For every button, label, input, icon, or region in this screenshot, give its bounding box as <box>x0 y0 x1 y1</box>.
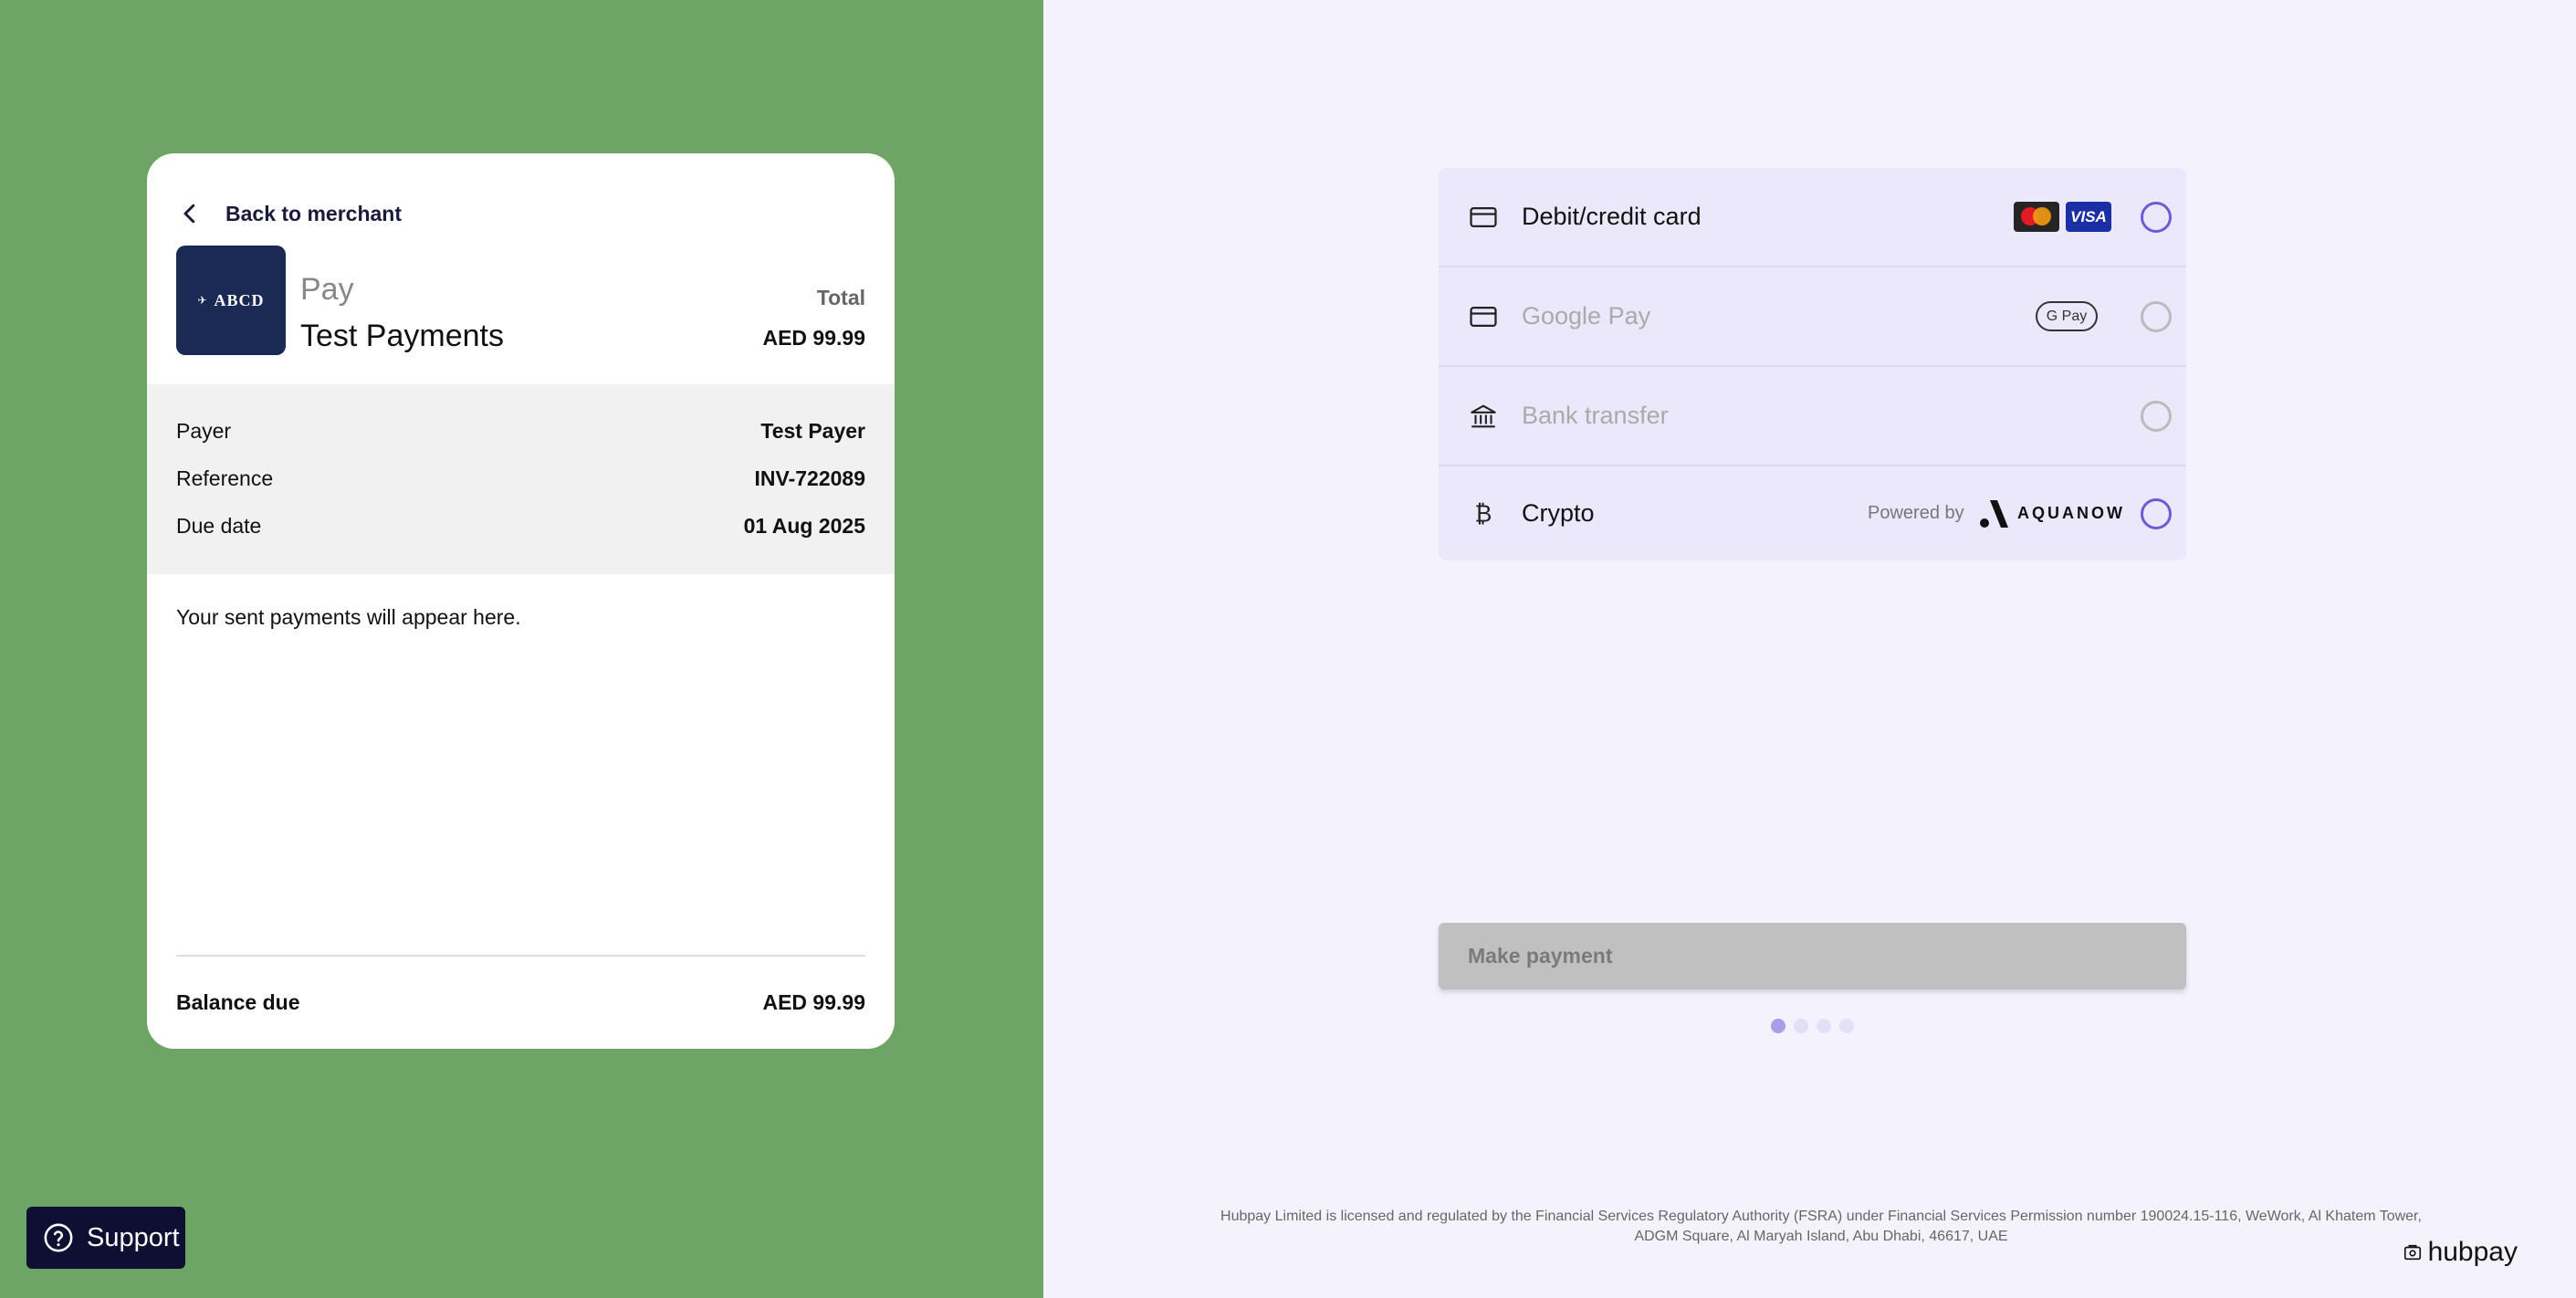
credit-card-icon <box>1468 301 1499 332</box>
credit-card-icon <box>1468 202 1499 233</box>
aquanow-logo: AQUANOW <box>1977 498 2125 529</box>
back-to-merchant-link[interactable]: Back to merchant <box>176 186 402 241</box>
payment-method-radio[interactable] <box>2141 201 2172 233</box>
divider <box>176 955 865 957</box>
balance-due-label: Balance due <box>176 990 300 1014</box>
step-dot <box>1794 1019 1808 1033</box>
chevron-left-icon <box>183 204 195 224</box>
support-button[interactable]: Support <box>26 1207 185 1269</box>
mastercard-logo <box>2014 202 2059 232</box>
powered-by-label: Powered by <box>1868 503 1964 523</box>
invoice-card: Back to merchant ✈ ABCD Pay Test Payment… <box>147 153 895 1049</box>
pay-label: Pay <box>300 272 354 307</box>
detail-value: 01 Aug 2025 <box>743 514 865 538</box>
detail-label: Payer <box>176 419 232 443</box>
merchant-logo: ✈ ABCD <box>176 246 286 355</box>
payment-method-radio[interactable] <box>2141 300 2172 332</box>
aquanow-mark-icon <box>1980 499 2008 528</box>
step-dot <box>1839 1019 1854 1033</box>
google-pay-logo: G Pay <box>2036 301 2098 331</box>
detail-value: Test Payer <box>760 419 865 443</box>
question-circle-icon <box>44 1223 73 1252</box>
bank-icon <box>1468 401 1499 432</box>
make-payment-label: Make payment <box>1468 944 1613 968</box>
payment-method-crypto[interactable]: ₿ Crypto Powered by AQUANOW <box>1439 465 2186 560</box>
detail-row-payer: Payer Test Payer <box>176 419 865 444</box>
merchant-panel: Back to merchant ✈ ABCD Pay Test Payment… <box>0 0 1043 1298</box>
support-label: Support <box>87 1222 180 1252</box>
visa-logo: VISA <box>2066 202 2111 232</box>
make-payment-button[interactable]: Make payment <box>1439 923 2186 989</box>
payment-method-radio[interactable] <box>2141 497 2172 529</box>
detail-label: Due date <box>176 514 262 538</box>
sent-payments-message: Your sent payments will appear here. <box>176 605 521 629</box>
legal-notice: Hubpay Limited is licensed and regulated… <box>1095 1207 2547 1247</box>
detail-label: Reference <box>176 466 274 490</box>
total-label: Total <box>816 286 865 309</box>
brand-name: hubpay <box>2427 1237 2518 1267</box>
payment-method-bank-transfer[interactable]: Bank transfer <box>1439 367 2186 465</box>
provider-name: AQUANOW <box>2017 504 2125 522</box>
detail-row-reference: Reference INV-722089 <box>176 466 865 491</box>
legal-line: Hubpay Limited is licensed and regulated… <box>1220 1209 2422 1224</box>
step-dot <box>1771 1019 1785 1033</box>
payment-method-label: Debit/credit card <box>1522 203 1702 230</box>
payment-method-card[interactable]: Debit/credit card VISA <box>1439 168 2186 266</box>
balance-due-value: AED 99.99 <box>762 990 865 1014</box>
legal-line: ADGM Square, Al Maryah Island, Abu Dhabi… <box>1634 1229 2008 1244</box>
payment-method-google-pay[interactable]: Google Pay G Pay <box>1439 267 2186 365</box>
step-indicator <box>1771 1019 1854 1033</box>
detail-value: INV-722089 <box>754 466 865 490</box>
merchant-name: Test Payments <box>300 319 504 353</box>
payment-method-label: Google Pay <box>1522 302 1651 330</box>
hubpay-mark-icon <box>2403 1244 2421 1261</box>
payment-method-label: Crypto <box>1522 499 1595 527</box>
bitcoin-icon: ₿ <box>1468 498 1499 529</box>
payment-method-radio[interactable] <box>2141 400 2172 432</box>
step-dot <box>1817 1019 1831 1033</box>
svg-text:₿: ₿ <box>1475 500 1492 528</box>
logo-text: ABCD <box>214 290 265 309</box>
logo-mark-icon: ✈ <box>197 294 207 307</box>
balance-due-row: Balance due AED 99.99 <box>176 990 865 1015</box>
hubpay-logo: hubpay <box>2403 1237 2518 1268</box>
payment-method-label: Bank transfer <box>1522 402 1669 429</box>
total-value: AED 99.99 <box>762 326 865 350</box>
back-to-merchant-label: Back to merchant <box>225 201 403 225</box>
invoice-details: Payer Test Payer Reference INV-722089 Du… <box>147 384 895 574</box>
payment-methods-list: Debit/credit card VISA Google Pay G Pay … <box>1439 168 2186 560</box>
detail-row-due-date: Due date 01 Aug 2025 <box>176 514 865 539</box>
